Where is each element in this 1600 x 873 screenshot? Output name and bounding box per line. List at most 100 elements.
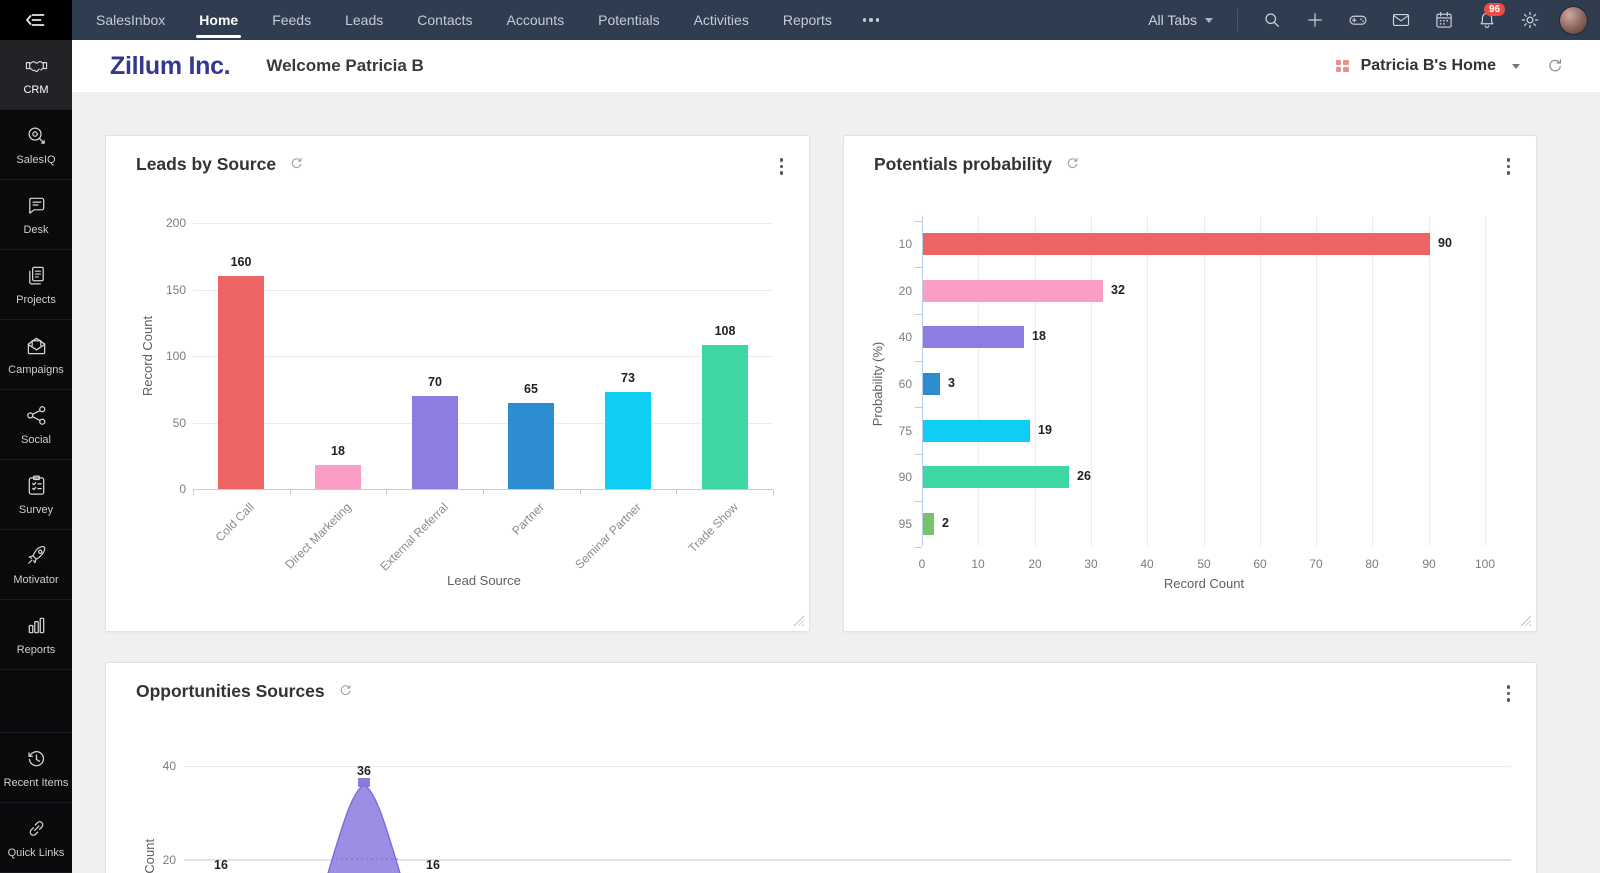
bar-seminar-partner[interactable] xyxy=(605,392,651,489)
mail-button[interactable] xyxy=(1379,0,1422,40)
bar-probability-95[interactable] xyxy=(923,513,934,535)
nav-item-activities[interactable]: Activities xyxy=(677,0,766,40)
settings-button[interactable] xyxy=(1508,0,1551,40)
search-icon xyxy=(1262,10,1282,30)
y-category-label: 20 xyxy=(898,284,912,298)
sidebar-item-desk[interactable]: Desk xyxy=(0,180,72,250)
nav-item-leads[interactable]: Leads xyxy=(328,0,400,40)
sidebar-collapse-button[interactable] xyxy=(0,0,72,40)
x-category-label: Trade Show xyxy=(685,500,741,556)
gamepad-icon xyxy=(1348,10,1368,30)
area-series[interactable] xyxy=(186,758,1513,873)
create-button[interactable] xyxy=(1293,0,1336,40)
gridline xyxy=(1035,216,1036,546)
axis-tick xyxy=(915,501,922,502)
bar-probability-20[interactable] xyxy=(923,280,1103,302)
main-area: Zillum Inc. Welcome Patricia B Patricia … xyxy=(72,40,1600,873)
bar-value-label: 70 xyxy=(428,375,442,389)
gear-icon xyxy=(1520,10,1540,30)
nav-item-potentials[interactable]: Potentials xyxy=(581,0,676,40)
calendar-button[interactable] xyxy=(1422,0,1465,40)
sidebar-item-label: Social xyxy=(21,433,51,446)
x-tick-label: 100 xyxy=(1474,557,1496,571)
widget-potentials-probability: Potentials probability 0 10 20 30 40 50 60 70 80… xyxy=(843,135,1537,632)
gridline xyxy=(1429,216,1430,546)
nav-item-accounts[interactable]: Accounts xyxy=(490,0,582,40)
page-header: Zillum Inc. Welcome Patricia B Patricia … xyxy=(72,40,1600,93)
axis-tick xyxy=(915,314,922,315)
user-avatar[interactable] xyxy=(1559,5,1588,35)
quick-links-chain-icon xyxy=(25,817,48,840)
bar-probability-75[interactable] xyxy=(923,420,1030,442)
bar-probability-90[interactable] xyxy=(923,466,1069,488)
sidebar-item-label: Desk xyxy=(23,223,49,236)
all-tabs-dropdown[interactable]: All Tabs xyxy=(1148,12,1213,28)
bar-partner[interactable] xyxy=(508,403,554,489)
sidebar-item-social[interactable]: Social xyxy=(0,390,72,460)
sidebar-item-salesiq[interactable]: SalesIQ xyxy=(0,110,72,180)
recent-items-clock-icon xyxy=(25,747,48,770)
games-button[interactable] xyxy=(1336,0,1379,40)
axis-tick xyxy=(915,221,922,222)
dashboard-grid-icon xyxy=(1335,59,1349,73)
search-button[interactable] xyxy=(1250,0,1293,40)
company-logo[interactable]: Zillum Inc. xyxy=(110,52,231,81)
sidebar-item-motivator[interactable]: Motivator xyxy=(0,530,72,600)
hamburger-icon xyxy=(24,8,48,32)
y-category-label: 10 xyxy=(898,237,912,251)
sidebar-item-label: Survey xyxy=(18,503,54,516)
desk-chat-icon xyxy=(25,194,48,217)
topnav-right: All Tabs 96 xyxy=(1148,0,1600,40)
nav-divider xyxy=(1237,9,1238,31)
chevron-down-icon xyxy=(1205,17,1213,23)
nav-item-salesinbox[interactable]: SalesInbox xyxy=(79,0,182,40)
sidebar-item-reports[interactable]: Reports xyxy=(0,600,72,670)
y-tick-label: 0 xyxy=(179,482,186,496)
nav-item-feeds[interactable]: Feeds xyxy=(255,0,328,40)
sidebar-item-projects[interactable]: Projects xyxy=(0,250,72,320)
sidebar-item-label: SalesIQ xyxy=(16,153,56,166)
nav-item-contacts[interactable]: Contacts xyxy=(400,0,489,40)
bar-value-label: 19 xyxy=(1038,423,1052,437)
bar-probability-10[interactable] xyxy=(923,233,1430,255)
chevron-down-icon[interactable] xyxy=(1512,63,1520,69)
handshake-icon xyxy=(25,54,48,77)
module-tabs: SalesInbox Home Feeds Leads Contacts Accounts… xyxy=(72,0,893,40)
nav-overflow-button[interactable] xyxy=(849,0,894,40)
gridline xyxy=(978,216,979,546)
sidebar-item-survey[interactable]: Survey xyxy=(0,460,72,530)
axis-tick xyxy=(773,490,774,495)
dashboard-selector[interactable]: Patricia B's Home xyxy=(1361,57,1496,75)
plus-icon xyxy=(1305,10,1325,30)
sidebar-item-recent-items[interactable]: Recent Items xyxy=(0,733,72,803)
nav-item-reports[interactable]: Reports xyxy=(766,0,849,40)
sidebar-item-label: Quick Links xyxy=(7,846,65,859)
top-navigation-bar: SalesInbox Home Feeds Leads Contacts Accounts… xyxy=(0,0,1600,40)
gridline xyxy=(1372,216,1373,546)
refresh-dashboard-button[interactable] xyxy=(1546,57,1564,75)
sidebar-item-quick-links[interactable]: Quick Links xyxy=(0,803,72,873)
page-title: Welcome Patricia B xyxy=(266,56,424,75)
potentials-probability-chart: 0 10 20 30 40 50 60 70 80 90 100 10 90 20 32 40 18 60 3 75 1… xyxy=(844,136,1536,631)
notifications-button[interactable]: 96 xyxy=(1465,0,1508,40)
bar-trade-show[interactable] xyxy=(702,345,748,489)
bar-cold-call[interactable] xyxy=(218,276,264,489)
axis-tick xyxy=(915,407,922,408)
opportunities-sources-chart: 40 20 Record Count 36 16 16 xyxy=(106,663,1536,873)
bar-direct-marketing[interactable] xyxy=(315,465,361,489)
dashboard-content: Leads by Source 0 50 100 150 200 160 Cold Call… xyxy=(72,92,1600,873)
salesiq-target-icon xyxy=(25,124,48,147)
sidebar-item-crm[interactable]: CRM xyxy=(0,40,72,110)
crm-dashboard-app: SalesInbox Home Feeds Leads Contacts Accounts… xyxy=(0,0,1600,873)
bar-probability-40[interactable] xyxy=(923,326,1024,348)
x-tick-label: 10 xyxy=(971,557,985,571)
bar-probability-60[interactable] xyxy=(923,373,940,395)
sidebar-item-campaigns[interactable]: Campaigns xyxy=(0,320,72,390)
bar-value-label: 160 xyxy=(230,255,252,269)
y-category-label: 90 xyxy=(898,470,912,484)
gridline xyxy=(1091,216,1092,546)
x-axis-title: Record Count xyxy=(1163,576,1245,591)
nav-item-home[interactable]: Home xyxy=(182,0,255,40)
bar-external-referral[interactable] xyxy=(412,396,458,489)
bar-value-label: 90 xyxy=(1438,236,1452,250)
